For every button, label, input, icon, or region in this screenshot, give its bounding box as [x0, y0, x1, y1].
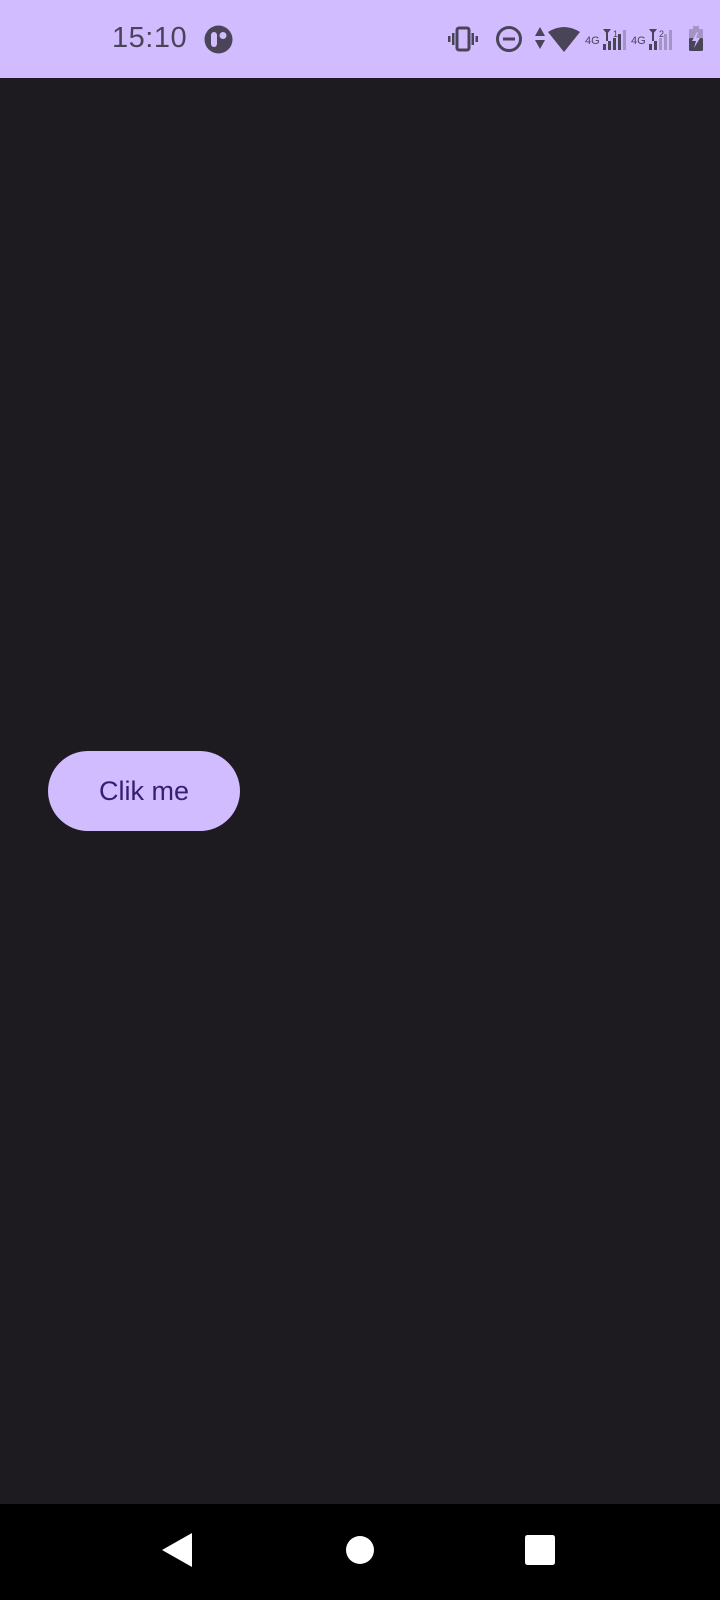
wifi-icon: [548, 26, 580, 57]
status-bar: 15:10 4G 1 4G 2: [0, 0, 720, 78]
do-not-disturb-icon: [495, 25, 523, 58]
sim1-index: 1: [613, 29, 618, 39]
network-type-sim1: 4G: [585, 35, 600, 47]
home-button[interactable]: [312, 1504, 408, 1600]
back-button[interactable]: [130, 1504, 226, 1600]
status-time: 15:10: [112, 22, 188, 54]
navigation-bar: [0, 1504, 720, 1600]
back-icon: [162, 1532, 194, 1572]
battery-charging-icon: [688, 26, 704, 57]
recents-button[interactable]: [492, 1504, 588, 1600]
home-icon: [345, 1535, 375, 1570]
data-activity-icon: [534, 25, 546, 56]
vibrate-icon: [448, 26, 478, 57]
app-content: Clik me: [0, 78, 720, 1504]
click-me-button[interactable]: Clik me: [48, 751, 240, 831]
network-type-sim2: 4G: [631, 35, 646, 47]
app-notification-icon: [204, 25, 233, 54]
signal-sim1-icon: 4G 1: [585, 28, 631, 55]
recents-icon: [525, 1534, 555, 1570]
sim2-index: 2: [659, 29, 664, 39]
signal-sim2-icon: 4G 2: [631, 28, 677, 55]
